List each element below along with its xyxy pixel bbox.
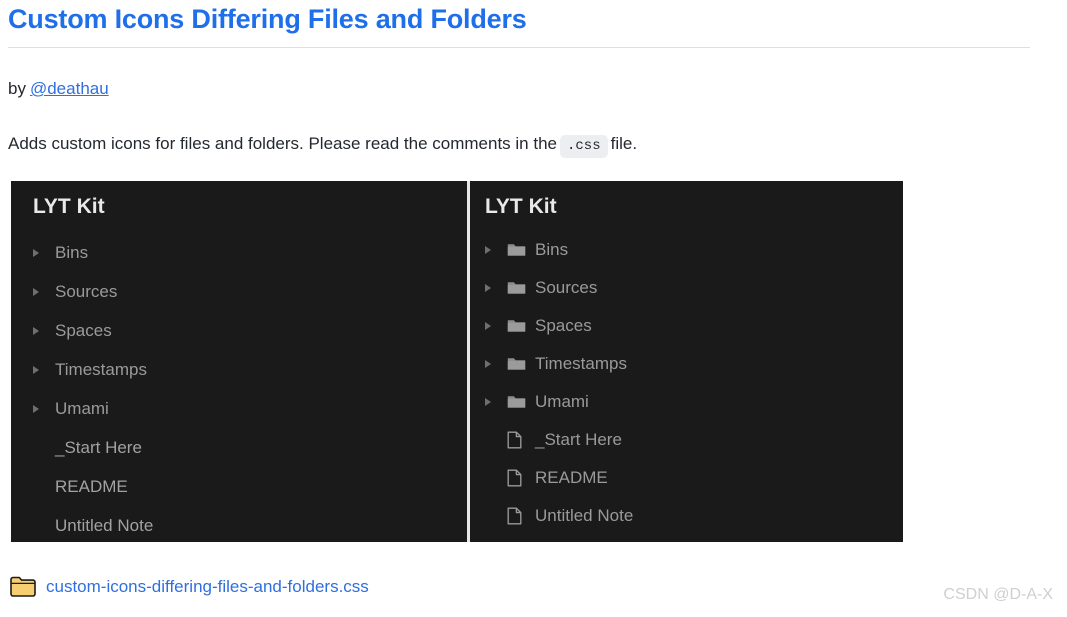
tree-item-label: Spaces (55, 320, 112, 340)
tree-row[interactable]: Untitled Note (485, 497, 903, 535)
panel-right-header: LYT Kit (485, 195, 557, 218)
collapse-arrow-icon[interactable] (33, 287, 55, 296)
tree-item-label: Spaces (535, 316, 592, 335)
tree-item-label: Sources (55, 281, 118, 301)
chevron-right-icon (485, 284, 491, 292)
arrow-spacer (33, 444, 55, 452)
comparison-screenshot: LYT Kit Bins Sources Spaces Timestamps Umami… (11, 181, 903, 542)
tree-row[interactable]: Bins (485, 231, 903, 269)
tree-row[interactable]: Sources (33, 272, 467, 311)
code-chip: .css (560, 135, 608, 158)
tree-item-label: README (535, 468, 608, 487)
file-tree-right: Bins Sources Spaces Timestamps Umami _Start H… (485, 231, 903, 535)
tree-item-label: _Start Here (535, 430, 622, 449)
author-link[interactable]: @deathau (30, 79, 109, 98)
tree-item-label: README (55, 476, 128, 496)
tree-row[interactable]: Bins (33, 233, 467, 272)
chevron-right-icon (33, 483, 39, 491)
file-icon (507, 431, 535, 449)
tree-row[interactable]: Timestamps (33, 350, 467, 389)
chevron-right-icon (33, 522, 39, 530)
chevron-right-icon (485, 246, 491, 254)
description-after: file. (610, 134, 638, 153)
page-title: Custom Icons Differing Files and Folders (8, 4, 527, 34)
tree-row[interactable]: Umami (485, 383, 903, 421)
byline: by @deathau (8, 77, 109, 101)
tree-row[interactable]: Umami (33, 389, 467, 428)
tree-row[interactable]: _Start Here (485, 421, 903, 459)
folder-icon (507, 242, 535, 258)
collapse-arrow-icon[interactable] (485, 398, 507, 406)
chevron-right-icon (33, 248, 39, 257)
chevron-right-icon (485, 436, 491, 444)
collapse-arrow-icon[interactable] (485, 360, 507, 368)
panel-left-header: LYT Kit (33, 195, 105, 218)
tree-row[interactable]: Spaces (33, 311, 467, 350)
chevron-right-icon (33, 404, 39, 413)
chevron-right-icon (33, 365, 39, 374)
folder-icon (507, 318, 535, 334)
panel-custom-icons: LYT Kit Bins Sources Spaces Timestamps Umami… (470, 181, 903, 542)
byline-prefix: by (8, 79, 26, 98)
tree-item-label: Untitled Note (55, 515, 154, 535)
tree-item-label: Untitled Note (535, 506, 634, 525)
tree-item-label: Timestamps (55, 359, 147, 379)
chevron-right-icon (485, 398, 491, 406)
collapse-arrow-icon[interactable] (485, 322, 507, 330)
file-icon (507, 507, 535, 525)
chevron-right-icon (33, 326, 39, 335)
description-text: Adds custom icons for files and folders.… (8, 132, 637, 158)
tree-item-label: _Start Here (55, 437, 142, 457)
tree-item-label: Bins (535, 240, 569, 259)
chevron-right-icon (485, 322, 491, 330)
arrow-spacer (485, 512, 507, 520)
arrow-spacer (33, 483, 55, 491)
arrow-spacer (485, 474, 507, 482)
folder-icon (507, 280, 535, 296)
title-divider (8, 47, 1030, 48)
panel-default-icons: LYT Kit Bins Sources Spaces Timestamps Umami… (11, 181, 467, 542)
file-tree-left: Bins Sources Spaces Timestamps Umami _Start H… (33, 233, 467, 545)
tree-row[interactable]: Untitled Note (33, 506, 467, 545)
file-icon (507, 469, 535, 487)
folder-icon (507, 356, 535, 372)
tree-row[interactable]: README (485, 459, 903, 497)
css-file-link[interactable]: custom-icons-differing-files-and-folders… (46, 577, 369, 597)
collapse-arrow-icon[interactable] (33, 248, 55, 257)
tree-item-label: Timestamps (535, 354, 627, 373)
tree-row[interactable]: Timestamps (485, 345, 903, 383)
tree-row[interactable]: README (33, 467, 467, 506)
chevron-right-icon (485, 474, 491, 482)
folder-icon (507, 394, 535, 410)
css-file-row[interactable]: custom-icons-differing-files-and-folders… (10, 576, 369, 597)
tree-row[interactable]: Spaces (485, 307, 903, 345)
collapse-arrow-icon[interactable] (485, 284, 507, 292)
collapse-arrow-icon[interactable] (33, 365, 55, 374)
tree-item-label: Umami (55, 398, 109, 418)
arrow-spacer (485, 436, 507, 444)
chevron-right-icon (33, 287, 39, 296)
folder-icon (10, 576, 46, 597)
chevron-right-icon (33, 444, 39, 452)
collapse-arrow-icon[interactable] (485, 246, 507, 254)
tree-item-label: Sources (535, 278, 598, 297)
tree-row[interactable]: _Start Here (33, 428, 467, 467)
tree-item-label: Bins (55, 242, 89, 262)
description-before: Adds custom icons for files and folders.… (8, 134, 557, 153)
chevron-right-icon (485, 360, 491, 368)
watermark: CSDN @D-A-X (943, 586, 1053, 603)
chevron-right-icon (485, 512, 491, 520)
tree-item-label: Umami (535, 392, 589, 411)
collapse-arrow-icon[interactable] (33, 326, 55, 335)
tree-row[interactable]: Sources (485, 269, 903, 307)
arrow-spacer (33, 522, 55, 530)
collapse-arrow-icon[interactable] (33, 404, 55, 413)
